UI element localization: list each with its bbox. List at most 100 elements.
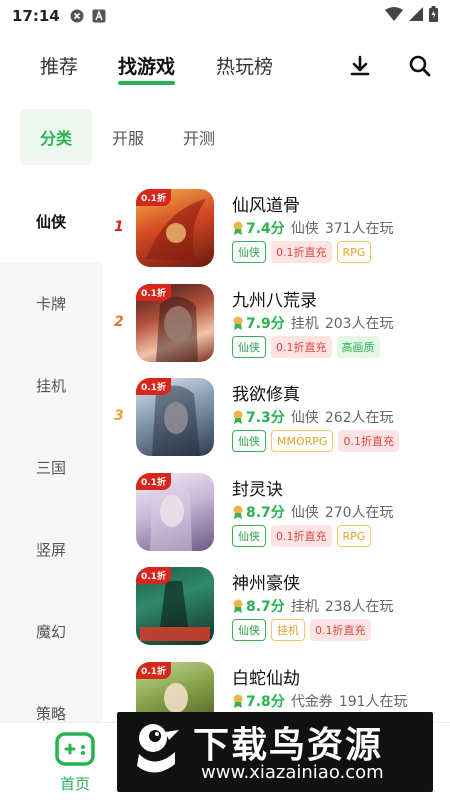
nav-home-label: 首页: [59, 775, 90, 793]
rank-number: 3: [114, 408, 124, 424]
rank-number: 2: [114, 314, 124, 330]
tab-hot-ranking[interactable]: 热玩榜: [216, 52, 273, 79]
game-name: 神州豪侠: [232, 574, 300, 594]
medal-icon: [232, 599, 244, 613]
top-nav: 推荐 找游戏 热玩榜: [0, 40, 450, 90]
watermark-url: www.xiazainiao.com: [201, 762, 384, 783]
watermark-title: 下载鸟资源: [193, 725, 384, 766]
app-a-icon: [92, 9, 106, 23]
tag: 0.1折直充: [310, 619, 371, 641]
watermark: 下载鸟资源 www.xiazainiao.com: [117, 712, 433, 792]
game-category: 仙侠: [290, 505, 319, 521]
signal-icon: [409, 7, 423, 25]
game-score: 7.8分: [246, 694, 285, 710]
game-meta: 7.8分 代金券 191人在玩: [232, 691, 408, 711]
tag: 仙侠: [232, 525, 266, 547]
tag: 仙侠: [232, 336, 266, 358]
game-name: 白蛇仙劫: [232, 669, 300, 689]
game-icon: 0.1折: [136, 567, 214, 645]
discount-badge: 0.1折: [136, 284, 171, 301]
bird-logo-icon: [125, 718, 185, 784]
game-category: 挂机: [290, 599, 319, 615]
game-meta: 8.7分 挂机 238人在玩: [232, 596, 394, 616]
game-icon: 0.1折: [136, 284, 214, 362]
tag: 仙侠: [232, 619, 266, 641]
game-name: 我欲修真: [232, 385, 300, 405]
tag: 0.1折直充: [271, 525, 332, 547]
tab-find-games[interactable]: 找游戏: [118, 52, 176, 85]
status-bar: 17:14: [0, 0, 450, 32]
game-players: 371人在玩: [324, 221, 394, 237]
game-score: 7.4分: [246, 221, 285, 237]
tab-recommend[interactable]: 推荐: [40, 52, 78, 79]
game-meta: 7.3分 仙侠 262人在玩: [232, 407, 394, 427]
status-time: 17:14: [12, 7, 60, 25]
rank-number: 1: [114, 219, 124, 235]
game-players: 238人在玩: [324, 599, 394, 615]
medal-icon: [232, 316, 244, 330]
game-category: 仙侠: [290, 410, 319, 426]
game-category: 代金券: [290, 694, 333, 710]
search-icon[interactable]: [406, 52, 434, 80]
medal-icon: [232, 221, 244, 235]
wifi-icon: [385, 7, 403, 25]
game-icon: 0.1折: [136, 189, 214, 267]
game-name: 九州八荒录: [232, 291, 317, 311]
category-sidebar: 仙侠 卡牌 挂机 三国 竖屏 魔幻 策略: [0, 180, 102, 725]
discount-badge: 0.1折: [136, 473, 171, 490]
tag: 0.1折直充: [271, 241, 332, 263]
game-tags: 仙侠 MMORPG 0.1折直充: [232, 430, 399, 452]
game-players: 203人在玩: [324, 316, 394, 332]
game-players: 270人在玩: [324, 505, 394, 521]
tag: 仙侠: [232, 430, 266, 452]
category-item-fantasy[interactable]: 魔幻: [0, 590, 102, 672]
gamepad-icon: [54, 731, 96, 771]
medal-icon: [232, 410, 244, 424]
battery-icon: [429, 6, 438, 26]
game-tags: 仙侠 0.1折直充 RPG: [232, 525, 372, 547]
subtab-category[interactable]: 分类: [20, 109, 92, 165]
category-item-three-kingdoms[interactable]: 三国: [0, 426, 102, 508]
game-tags: 仙侠 0.1折直充 高画质: [232, 336, 380, 358]
game-score: 8.7分: [246, 505, 285, 521]
tag: 高画质: [336, 336, 380, 358]
category-item-xianxia[interactable]: 仙侠: [0, 180, 102, 262]
game-tags: 仙侠 挂机 0.1折直充: [232, 619, 371, 641]
game-score: 7.9分: [246, 316, 285, 332]
game-meta: 7.9分 挂机 203人在玩: [232, 313, 394, 333]
discount-badge: 0.1折: [136, 189, 171, 206]
tag: RPG: [336, 525, 372, 547]
tag: 仙侠: [232, 241, 266, 263]
download-icon[interactable]: [346, 52, 374, 80]
game-category: 仙侠: [290, 221, 319, 237]
subtab-test-open[interactable]: 开测: [171, 109, 227, 165]
subtab-server-open[interactable]: 开服: [100, 109, 156, 165]
game-category: 挂机: [290, 316, 319, 332]
category-item-idle[interactable]: 挂机: [0, 344, 102, 426]
sub-tabs: 分类 开服 开测: [0, 105, 450, 165]
discount-badge: 0.1折: [136, 662, 171, 679]
game-list-item[interactable]: 0.1折 封灵诀 8.7分 仙侠 270人在玩 仙侠 0.1折直充 RPG: [112, 473, 442, 563]
medal-icon: [232, 505, 244, 519]
game-list-item[interactable]: 2 0.1折 九州八荒录 7.9分 挂机 203人在玩 仙侠 0.1折直充 高画…: [112, 284, 442, 374]
game-meta: 8.7分 仙侠 270人在玩: [232, 502, 394, 522]
nav-home[interactable]: 首页: [50, 731, 100, 795]
game-score: 8.7分: [246, 599, 285, 615]
tag: 0.1折直充: [338, 430, 399, 452]
game-players: 191人在玩: [338, 694, 408, 710]
game-score: 7.3分: [246, 410, 285, 426]
game-list-item[interactable]: 3 0.1折 我欲修真 7.3分 仙侠 262人在玩 仙侠 MMORPG 0.1…: [112, 378, 442, 468]
category-item-vertical[interactable]: 竖屏: [0, 508, 102, 590]
close-circle-icon: [70, 9, 84, 23]
game-icon: 0.1折: [136, 473, 214, 551]
tag: MMORPG: [271, 430, 334, 452]
category-item-card[interactable]: 卡牌: [0, 262, 102, 344]
game-icon: 0.1折: [136, 378, 214, 456]
medal-icon: [232, 694, 244, 708]
tag: 挂机: [271, 619, 305, 641]
tag: 0.1折直充: [271, 336, 332, 358]
game-list-item[interactable]: 1 0.1折 仙风道骨 7.4分 仙侠 371人在玩 仙侠 0.1折直充 RPG: [112, 189, 442, 279]
game-list-item[interactable]: 0.1折 神州豪侠 8.7分 挂机 238人在玩 仙侠 挂机 0.1折直充: [112, 567, 442, 657]
game-meta: 7.4分 仙侠 371人在玩: [232, 218, 394, 238]
game-name: 仙风道骨: [232, 196, 300, 216]
